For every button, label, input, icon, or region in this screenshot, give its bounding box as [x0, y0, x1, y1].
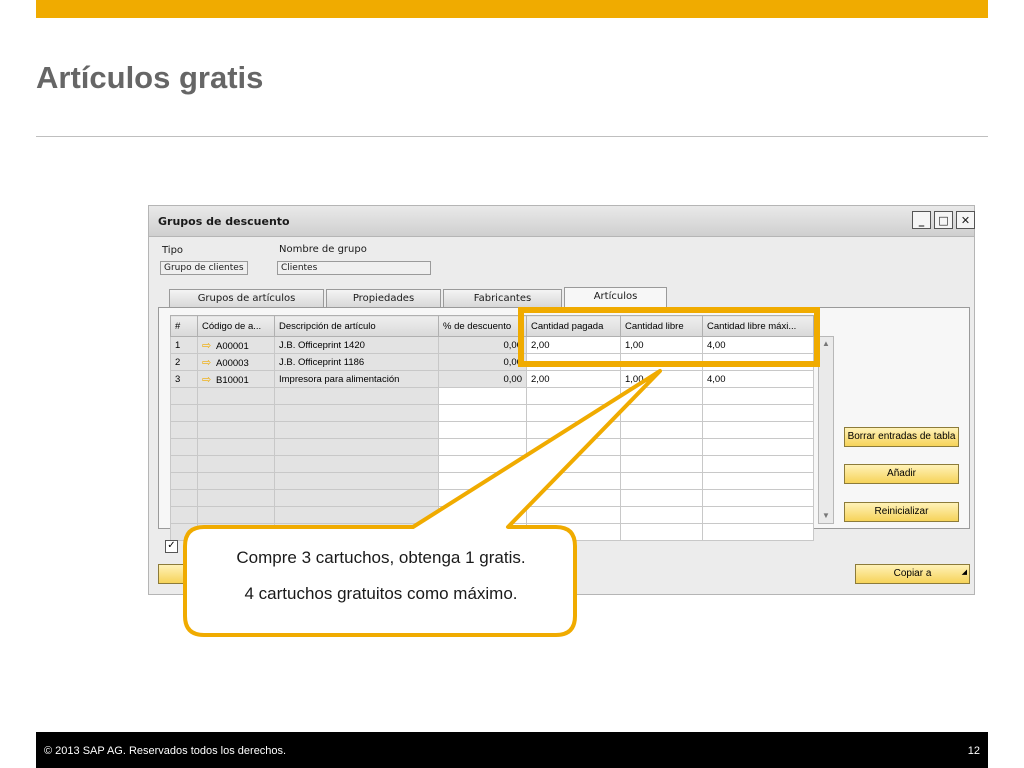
callout-line-2: 4 cartuchos gratuitos como máximo. — [244, 584, 518, 603]
dropdown-corner-icon: ◢ — [961, 569, 967, 576]
col-header-code[interactable]: Código de a... — [197, 315, 275, 337]
quantity-columns-highlight — [518, 307, 820, 367]
clear-table-entries-button[interactable]: Borrar entradas de tabla — [844, 427, 959, 447]
item-code-cell[interactable]: ⇨ A00003 — [197, 353, 275, 371]
minimize-button[interactable]: _ — [912, 211, 931, 229]
tipo-field[interactable]: Grupo de clientes — [160, 261, 248, 275]
copy-to-button[interactable]: Copiar a ◢ — [855, 564, 970, 584]
tab-articulos[interactable]: Artículos — [564, 287, 667, 307]
scroll-down-icon[interactable]: ▼ — [819, 509, 833, 523]
callout-line-1: Compre 3 cartuchos, obtenga 1 gratis. — [236, 548, 526, 567]
tipo-label: Tipo — [162, 245, 184, 256]
item-description: J.B. Officeprint 1420 — [274, 336, 439, 354]
row-number: 2 — [170, 353, 198, 371]
top-accent-bar — [36, 0, 988, 18]
ok-button-partial[interactable] — [158, 564, 188, 584]
tab-propiedades[interactable]: Propiedades — [326, 289, 441, 307]
tab-fabricantes[interactable]: Fabricantes — [443, 289, 562, 307]
grid-vertical-scrollbar[interactable]: ▲ ▼ — [818, 336, 834, 524]
col-header-num[interactable]: # — [170, 315, 198, 337]
item-code-cell[interactable]: ⇨ A00001 — [197, 336, 275, 354]
callout-text: Compre 3 cartuchos, obtenga 1 gratis. 4 … — [188, 540, 574, 612]
row-number: 1 — [170, 336, 198, 354]
table-row-empty[interactable] — [170, 404, 814, 422]
checkmark-icon: ✓ — [167, 540, 176, 551]
link-arrow-icon[interactable]: ⇨ — [202, 356, 216, 369]
maximize-button[interactable]: □ — [934, 211, 953, 229]
page-number: 12 — [967, 745, 980, 757]
link-arrow-icon[interactable]: ⇨ — [202, 339, 216, 352]
scroll-up-icon[interactable]: ▲ — [819, 337, 833, 351]
item-code: B10001 — [216, 374, 249, 386]
discount-cell[interactable]: 0,00 — [438, 336, 527, 354]
link-arrow-icon[interactable]: ⇨ — [202, 373, 216, 386]
table-row-empty[interactable] — [170, 506, 814, 524]
active-checkbox[interactable]: ✓ — [165, 540, 178, 553]
item-description: J.B. Officeprint 1186 — [274, 353, 439, 371]
col-header-description[interactable]: Descripción de artículo — [274, 315, 439, 337]
tab-grupos-de-articulos[interactable]: Grupos de artículos — [169, 289, 324, 307]
item-code: A00003 — [216, 357, 249, 369]
window-titlebar[interactable]: Grupos de descuento _ □ ✕ — [149, 206, 975, 237]
table-row-empty[interactable] — [170, 387, 814, 405]
group-name-field[interactable]: Clientes — [277, 261, 431, 275]
item-description: Impresora para alimentación — [274, 370, 439, 388]
group-name-label: Nombre de grupo — [279, 244, 367, 255]
item-code-cell[interactable]: ⇨ B10001 — [197, 370, 275, 388]
maximize-icon: □ — [938, 213, 949, 227]
close-icon: ✕ — [960, 213, 971, 227]
slide-title: Artículos gratis — [36, 60, 264, 95]
footer-copyright: © 2013 SAP AG. Reservados todos los dere… — [44, 745, 287, 757]
table-row-empty[interactable] — [170, 438, 814, 456]
close-button[interactable]: ✕ — [956, 211, 975, 229]
copy-to-label: Copiar a — [893, 568, 932, 579]
paid-qty-cell[interactable]: 2,00 — [526, 370, 621, 388]
max-free-qty-cell[interactable]: 4,00 — [702, 370, 814, 388]
reinitialize-button[interactable]: Reinicializar — [844, 502, 959, 522]
discount-cell[interactable]: 0,00 — [438, 353, 527, 371]
col-header-discount[interactable]: % de descuento — [438, 315, 527, 337]
slide-footer: © 2013 SAP AG. Reservados todos los dere… — [36, 732, 988, 768]
item-code: A00001 — [216, 340, 249, 352]
row-number: 3 — [170, 370, 198, 388]
title-divider — [36, 136, 988, 137]
free-qty-cell[interactable]: 1,00 — [620, 370, 703, 388]
table-row-empty[interactable] — [170, 489, 814, 507]
table-row-empty[interactable] — [170, 523, 814, 541]
window-title: Grupos de descuento — [158, 215, 290, 228]
table-row[interactable]: 3 ⇨ B10001 Impresora para alimentación 0,… — [170, 370, 814, 388]
discount-cell[interactable]: 0,00 — [438, 370, 527, 388]
add-button[interactable]: Añadir — [844, 464, 959, 484]
table-row-empty[interactable] — [170, 472, 814, 490]
table-row-empty[interactable] — [170, 421, 814, 439]
table-row-empty[interactable] — [170, 455, 814, 473]
minimize-icon: _ — [918, 213, 925, 227]
